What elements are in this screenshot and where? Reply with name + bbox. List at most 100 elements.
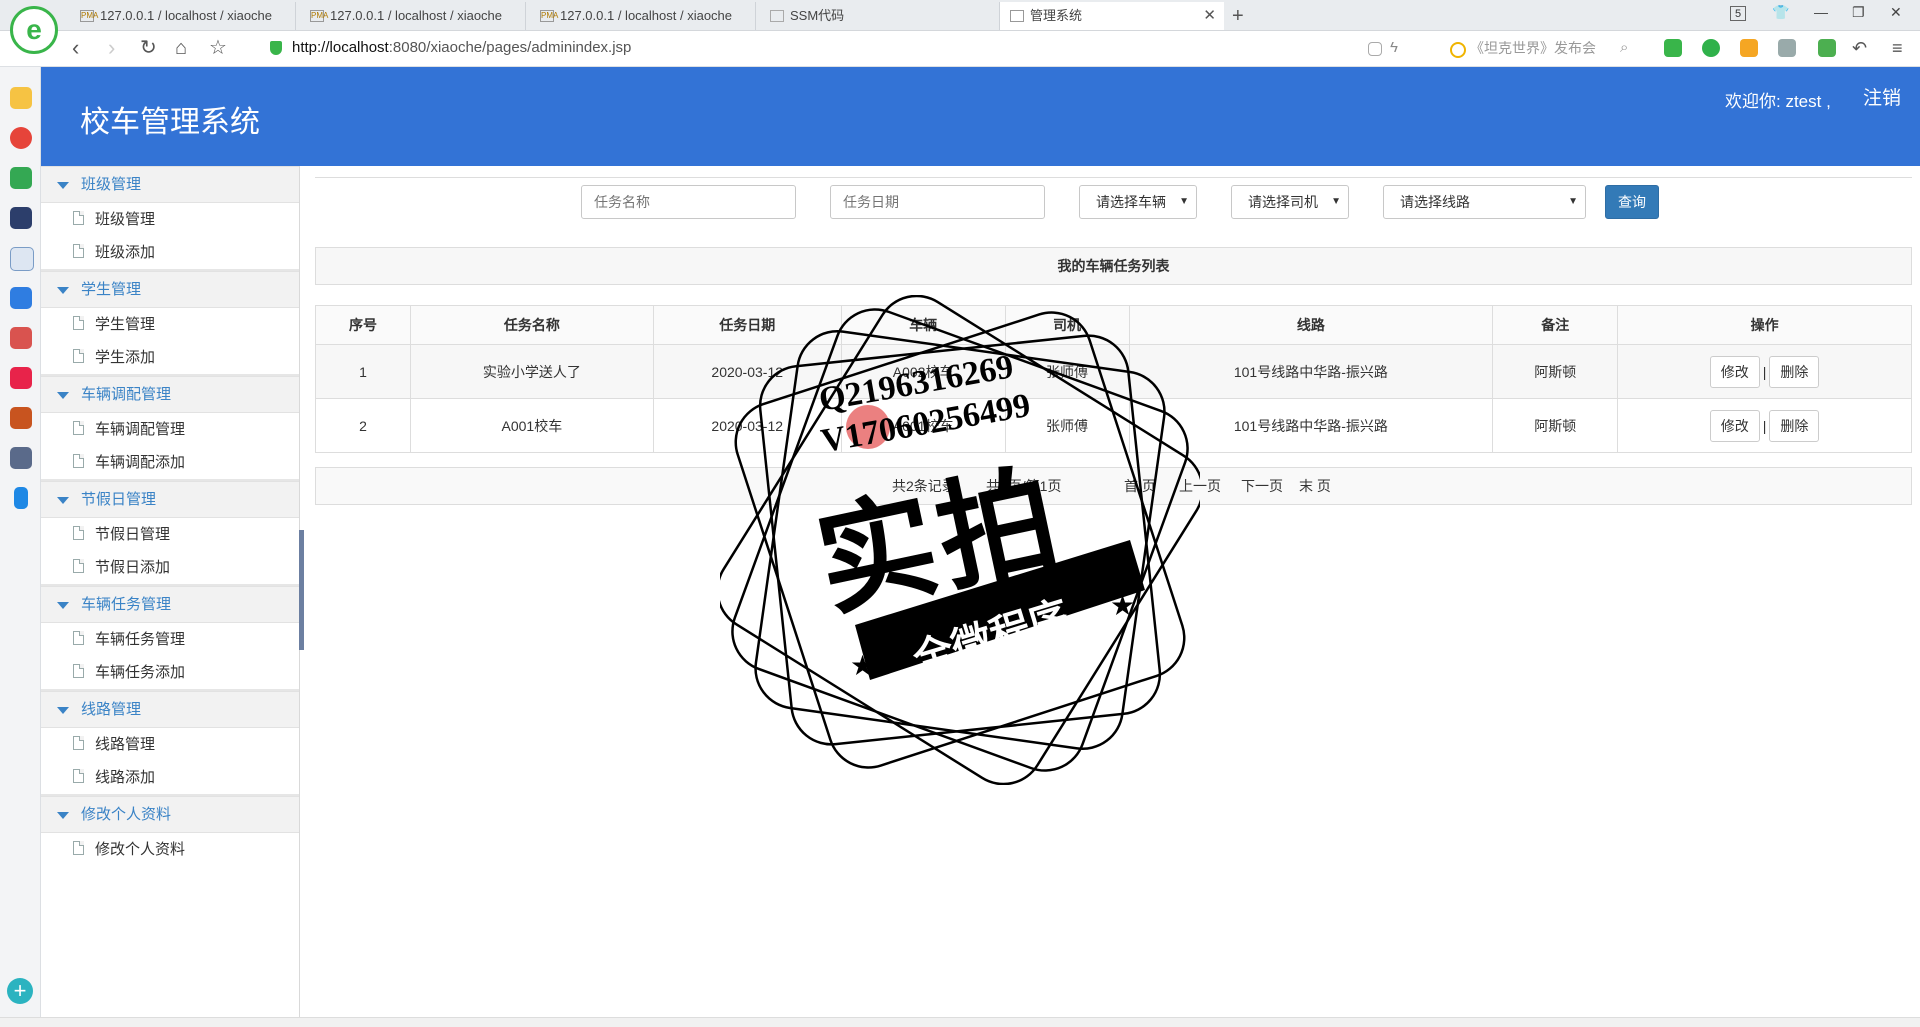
mail-icon[interactable]: [10, 167, 32, 189]
menu-item-task-add[interactable]: 车辆任务添加: [41, 656, 299, 689]
extension-shield-icon[interactable]: [1740, 39, 1758, 57]
menu-group-holiday: 节假日管理 节假日管理 节假日添加: [41, 481, 299, 586]
menu-item-holiday-manage[interactable]: 节假日管理: [41, 518, 299, 551]
close-window-icon[interactable]: ✕: [1890, 4, 1902, 21]
extension-face-icon[interactable]: [1778, 39, 1796, 57]
browser-tab-4[interactable]: SSM代码: [760, 2, 1000, 30]
skin-icon[interactable]: 👕: [1772, 4, 1789, 21]
search-input[interactable]: 《坦克世界》发布会: [1470, 31, 1596, 65]
delete-button[interactable]: 删除: [1769, 409, 1820, 442]
last-page-link[interactable]: 末 页: [1299, 468, 1331, 504]
document-icon: [73, 559, 84, 573]
extension-scissors-icon[interactable]: [1664, 39, 1682, 57]
favorites-icon[interactable]: [10, 87, 32, 109]
menu-header-class[interactable]: 班级管理: [41, 166, 299, 203]
shop-app-icon[interactable]: [10, 367, 32, 389]
notes-icon[interactable]: [10, 247, 34, 271]
prev-page-link[interactable]: 上一页: [1179, 468, 1221, 504]
menu-header-dispatch[interactable]: 车辆调配管理: [41, 376, 299, 413]
menu-item-dispatch-add[interactable]: 车辆调配添加: [41, 446, 299, 479]
dropdown-arrow-icon: ▼: [1568, 196, 1578, 207]
menu-icon[interactable]: ≡: [1892, 35, 1903, 61]
divider: [315, 177, 1912, 178]
next-page-link[interactable]: 下一页: [1241, 468, 1283, 504]
back-icon[interactable]: ‹: [72, 35, 79, 61]
cell-driver: 张师傅: [1004, 398, 1130, 453]
column-header: 序号: [315, 305, 411, 345]
refresh-icon[interactable]: ↻: [140, 35, 157, 61]
caret-down-icon: [57, 287, 69, 294]
menu-item-class-manage[interactable]: 班级管理: [41, 203, 299, 236]
phpmyadmin-icon: PMA: [80, 10, 99, 22]
close-tab-icon[interactable]: ✕: [1203, 2, 1216, 30]
delete-button[interactable]: 删除: [1769, 355, 1820, 388]
undo-icon[interactable]: ↶: [1852, 35, 1867, 61]
menu-item-task-manage[interactable]: 车辆任务管理: [41, 623, 299, 656]
game-app-icon[interactable]: [10, 327, 32, 349]
qr-code-icon[interactable]: [1368, 42, 1382, 56]
menu-item-student-add[interactable]: 学生添加: [41, 341, 299, 374]
column-header: 任务名称: [409, 305, 654, 345]
menu-item-profile-edit[interactable]: 修改个人资料: [41, 833, 299, 866]
browser-tab-2[interactable]: PMA 127.0.0.1 / localhost / xiaoche: [300, 2, 526, 30]
new-tab-icon[interactable]: +: [1232, 2, 1244, 30]
add-sidebar-app-icon[interactable]: +: [7, 978, 33, 1004]
browser-tab-5-active[interactable]: 管理系统 ✕: [1000, 2, 1224, 30]
menu-header-route[interactable]: 线路管理: [41, 691, 299, 728]
home-icon[interactable]: ⌂: [175, 35, 187, 61]
column-header: 线路: [1128, 305, 1494, 345]
forward-icon[interactable]: ›: [108, 35, 115, 61]
document-icon: [73, 349, 84, 363]
vehicle-select[interactable]: 请选择车辆 ▼: [1079, 185, 1197, 219]
browser-tab-1[interactable]: PMA 127.0.0.1 / localhost / xiaoche: [70, 2, 296, 30]
minimize-icon[interactable]: —: [1814, 4, 1828, 20]
cell-actions: 修改 | 删除: [1617, 344, 1912, 399]
menu-header-profile[interactable]: 修改个人资料: [41, 796, 299, 833]
menu-item-route-manage[interactable]: 线路管理: [41, 728, 299, 761]
browser-logo-icon[interactable]: e: [10, 6, 58, 54]
live-app-icon[interactable]: [10, 207, 32, 229]
search-engine-icon[interactable]: [1450, 42, 1466, 58]
edit-button[interactable]: 修改: [1709, 409, 1760, 442]
task-name-input[interactable]: [581, 185, 796, 219]
cell-task-date: 2020-03-12: [652, 398, 842, 453]
menu-group-student: 学生管理 学生管理 学生添加: [41, 271, 299, 376]
weibo-icon[interactable]: [10, 127, 32, 149]
menu-header-holiday[interactable]: 节假日管理: [41, 481, 299, 518]
lightning-icon[interactable]: ϟ: [1390, 35, 1398, 61]
driver-select[interactable]: 请选择司机 ▼: [1231, 185, 1349, 219]
menu-group-task: 车辆任务管理 车辆任务管理 车辆任务添加: [41, 586, 299, 691]
menu-item-class-add[interactable]: 班级添加: [41, 236, 299, 269]
menu-item-holiday-add[interactable]: 节假日添加: [41, 551, 299, 584]
task-table: 序号 任务名称 任务日期 车辆 司机 线路 备注 操作 1 实验小学送人了 20…: [315, 305, 1912, 453]
browser-tab-3[interactable]: PMA 127.0.0.1 / localhost / xiaoche: [530, 2, 756, 30]
menu-header-task[interactable]: 车辆任务管理: [41, 586, 299, 623]
table-header-row: 序号 任务名称 任务日期 车辆 司机 线路 备注 操作: [315, 305, 1912, 345]
secure-shield-icon: [270, 41, 282, 55]
game-app-2-icon[interactable]: [10, 407, 32, 429]
pp-app-icon[interactable]: [14, 487, 28, 509]
logout-link[interactable]: 注销: [1863, 83, 1901, 110]
extension-translate-icon[interactable]: [1702, 39, 1720, 57]
restore-icon[interactable]: ❐: [1852, 4, 1865, 21]
tab-count-badge[interactable]: 5: [1730, 6, 1746, 21]
chat-icon[interactable]: [10, 287, 32, 309]
route-select[interactable]: 请选择线路 ▼: [1383, 185, 1586, 219]
menu-item-student-manage[interactable]: 学生管理: [41, 308, 299, 341]
query-button[interactable]: 查询: [1605, 185, 1659, 219]
document-icon: [73, 316, 84, 330]
url-field[interactable]: http://localhost:8080/xiaoche/pages/admi…: [292, 31, 631, 65]
sidebar-menu: 班级管理 班级管理 班级添加 学生管理 学生管理 学生添加 车辆调配管理 车辆调…: [41, 166, 300, 1017]
favorite-star-icon[interactable]: ☆: [209, 35, 227, 61]
menu-item-route-add[interactable]: 线路添加: [41, 761, 299, 794]
extension-apps-icon[interactable]: [1818, 39, 1836, 57]
dropdown-arrow-icon: ▼: [1179, 196, 1189, 207]
search-icon[interactable]: ⌕: [1620, 35, 1628, 61]
first-page-link[interactable]: 首 页: [1124, 468, 1156, 504]
menu-item-dispatch-manage[interactable]: 车辆调配管理: [41, 413, 299, 446]
edit-button[interactable]: 修改: [1709, 355, 1760, 388]
task-date-input[interactable]: [830, 185, 1045, 219]
menu-header-student[interactable]: 学生管理: [41, 271, 299, 308]
game-app-3-icon[interactable]: [10, 447, 32, 469]
cell-task-date: 2020-03-12: [652, 344, 842, 399]
